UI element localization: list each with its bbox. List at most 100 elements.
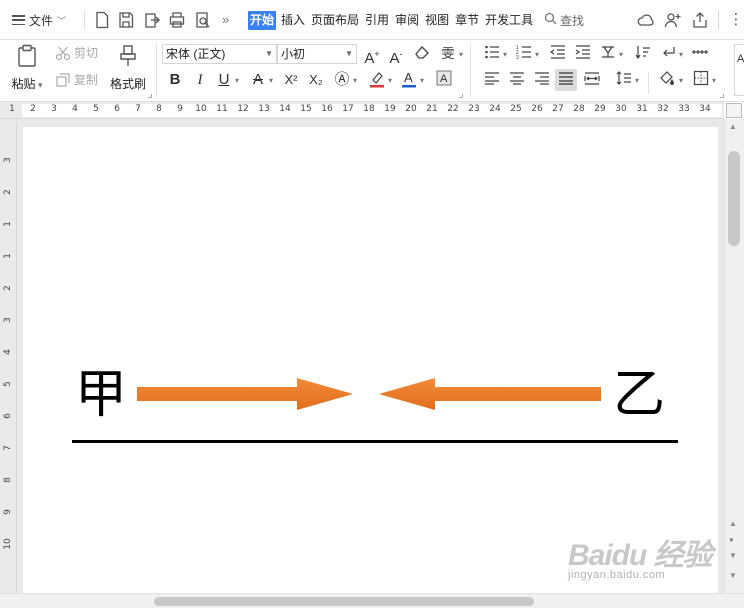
phonetic-guide-icon[interactable]: 雯 — [438, 44, 458, 64]
cloud-sync-icon[interactable] — [637, 11, 655, 29]
font-color-icon[interactable]: A — [399, 70, 419, 90]
italic-button[interactable]: I — [190, 70, 210, 90]
tab-section[interactable]: 章节 — [454, 11, 480, 30]
tab-home[interactable]: 开始 — [248, 11, 277, 30]
increase-indent-icon[interactable] — [573, 44, 593, 64]
justify-icon[interactable] — [556, 70, 576, 90]
cut-button[interactable]: 剪切 — [55, 44, 98, 61]
right-character: 乙 — [613, 365, 666, 425]
paste-button[interactable]: 粘贴 ▾ — [8, 44, 46, 92]
ruler-tick-label: 6 — [3, 413, 13, 419]
decrease-indent-icon[interactable] — [548, 44, 568, 64]
export-icon[interactable] — [144, 11, 160, 29]
numbered-list-icon[interactable]: 123 — [514, 44, 534, 64]
ruler-tick-label: 11 — [216, 104, 228, 114]
borders-icon[interactable] — [691, 70, 711, 90]
page-nav-icon[interactable]: ● — [729, 535, 734, 544]
document-page[interactable]: 甲 乙 — [23, 127, 718, 593]
save-icon[interactable] — [118, 11, 134, 29]
chevron-down-icon[interactable]: ▾ — [353, 76, 357, 85]
chevron-down-icon[interactable]: ▾ — [679, 50, 683, 59]
chevron-down-icon[interactable]: ▾ — [535, 50, 539, 59]
ruler-tick-label: 24 — [489, 104, 501, 114]
print-icon[interactable] — [169, 11, 185, 29]
chevron-down-icon[interactable]: ▾ — [269, 76, 273, 85]
group-expander[interactable] — [459, 94, 463, 98]
ruler-toggle-button[interactable] — [726, 103, 742, 118]
superscript-button[interactable]: X² — [281, 70, 301, 90]
highlight-icon[interactable] — [367, 70, 387, 90]
tab-review[interactable]: 审阅 — [394, 11, 420, 30]
font-size-select[interactable]: 小初 ▼ — [277, 44, 357, 64]
horizontal-scroll-thumb[interactable] — [154, 597, 534, 606]
chevron-down-icon[interactable]: ▾ — [235, 76, 239, 85]
format-painter-icon — [117, 44, 139, 71]
chinese-layout-icon[interactable] — [598, 44, 618, 64]
tab-page-layout[interactable]: 页面布局 — [310, 11, 360, 30]
tab-insert[interactable]: 插入 — [280, 11, 306, 30]
eraser-icon[interactable] — [412, 44, 432, 64]
bold-button[interactable]: B — [165, 70, 185, 90]
ruler-tick-label: 15 — [300, 104, 312, 114]
horizontal-ruler[interactable]: 1 2 3 4 5 6 7 8 9 10 11 12 13 14 15 16 17 18 19 20 21 22 23 24 2… — [0, 102, 724, 119]
align-right-icon[interactable] — [532, 70, 552, 90]
tab-view[interactable]: 视图 — [424, 11, 450, 30]
align-left-icon[interactable] — [482, 70, 502, 90]
chevron-down-icon[interactable]: ▾ — [459, 50, 463, 59]
chevron-down-icon[interactable]: ▾ — [712, 76, 716, 85]
ruler-tick-label: 4 — [3, 349, 13, 355]
chevron-down-icon[interactable]: ▾ — [420, 76, 424, 85]
format-painter-button[interactable]: 格式刷 — [108, 44, 148, 92]
chevron-down-icon[interactable]: ▾ — [619, 50, 623, 59]
chevron-down-icon[interactable]: ▾ — [503, 50, 507, 59]
vertical-ruler[interactable]: 3 2 1 1 2 3 4 5 6 7 8 9 10 — [0, 119, 17, 593]
tab-stops-icon[interactable] — [690, 44, 710, 64]
scroll-down-icon[interactable]: ▼ — [729, 571, 737, 580]
scroll-up-icon[interactable]: ▲ — [729, 519, 737, 528]
chevron-down-icon[interactable]: ▾ — [679, 76, 683, 85]
copy-button[interactable]: 复制 — [55, 71, 98, 88]
show-marks-icon[interactable] — [658, 44, 678, 64]
strikethrough-icon[interactable]: A — [248, 70, 268, 90]
scroll-up-icon[interactable]: ▲ — [729, 122, 737, 131]
shrink-font-icon[interactable]: A- — [386, 44, 406, 67]
file-menu-button[interactable]: 文件 ﹀ — [12, 11, 66, 29]
vertical-scrollbar[interactable]: ▲ ▲ ● ▼ ▼ — [724, 119, 744, 593]
line-spacing-icon[interactable] — [614, 70, 634, 90]
shading-icon[interactable] — [657, 70, 677, 90]
character-shading-icon[interactable]: A — [434, 70, 454, 90]
bullet-list-icon[interactable] — [482, 44, 502, 64]
ruler-tick-label: 12 — [237, 104, 249, 114]
text-effects-icon[interactable]: Ⓐ — [332, 70, 352, 90]
search-box[interactable]: 查找 — [544, 11, 584, 29]
ruler-tick-label: 32 — [657, 104, 669, 114]
more-icon[interactable]: » — [222, 11, 238, 29]
add-user-icon[interactable] — [664, 11, 682, 29]
new-document-icon[interactable] — [94, 11, 110, 29]
sort-icon[interactable] — [633, 44, 653, 64]
align-center-icon[interactable] — [507, 70, 527, 90]
kebab-menu-icon[interactable]: ⋮ — [727, 11, 744, 29]
underline-button[interactable]: U — [214, 70, 234, 90]
chevron-down-icon[interactable]: ▾ — [388, 76, 392, 85]
share-icon[interactable] — [691, 11, 709, 29]
styles-gallery[interactable]: A — [734, 44, 744, 96]
tab-references[interactable]: 引用 — [364, 11, 390, 30]
tab-developer[interactable]: 开发工具 — [484, 11, 534, 30]
group-expander[interactable] — [720, 94, 724, 98]
vertical-scroll-thumb[interactable] — [728, 151, 740, 246]
distributed-icon[interactable] — [582, 70, 602, 90]
chevron-down-icon[interactable]: ▾ — [635, 76, 639, 85]
ruler-tick-label: 16 — [321, 104, 333, 114]
ruler-tick-label: 8 — [3, 477, 13, 483]
font-name-value: 宋体 (正文) — [166, 47, 226, 61]
subscript-button[interactable]: X₂ — [306, 70, 326, 90]
scissors-icon — [55, 45, 71, 61]
divider — [84, 10, 85, 30]
font-name-select[interactable]: 宋体 (正文) ▼ — [162, 44, 277, 64]
group-expander[interactable] — [148, 94, 152, 98]
scroll-down-icon[interactable]: ▼ — [729, 551, 737, 560]
horizontal-scrollbar[interactable] — [0, 593, 744, 608]
print-preview-icon[interactable] — [195, 11, 211, 29]
grow-font-icon[interactable]: A+ — [362, 44, 382, 67]
